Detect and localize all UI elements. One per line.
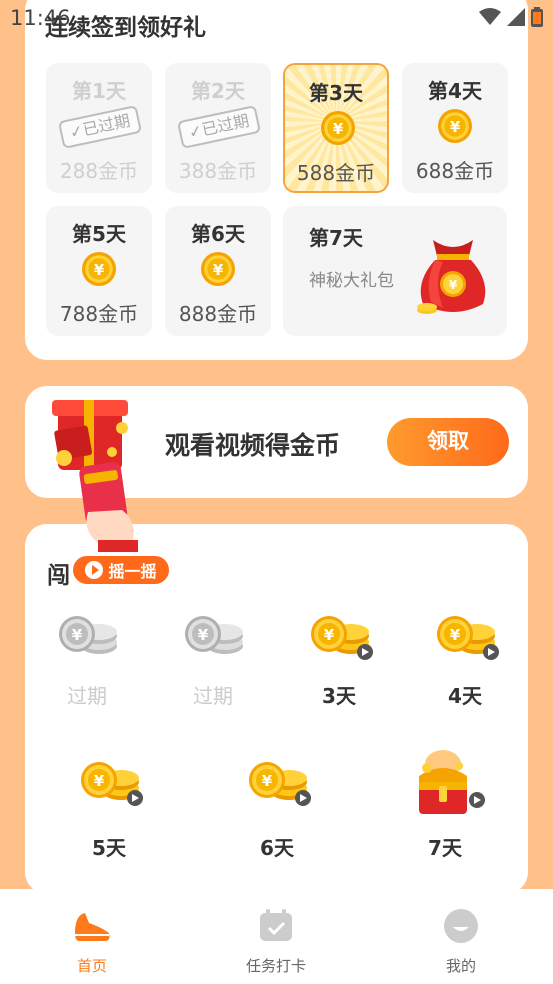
reward-item-4[interactable]: 4天 (415, 614, 515, 724)
day-label: 第2天 (191, 79, 245, 103)
reward-label: 6天 (260, 836, 294, 860)
nav-item-tasks[interactable]: 任务打卡 (216, 907, 336, 976)
nav-item-profile[interactable]: 我的 (401, 907, 521, 976)
expired-stamp: ✓已过期 (176, 104, 262, 150)
red-envelope-illustration (52, 392, 152, 556)
bottom-nav: 首页 任务打卡 我的 (0, 889, 553, 984)
gift-bag-icon: ¥ (413, 232, 493, 320)
day-amount: 788金币 (59, 302, 139, 326)
day-amount: 688金币 (415, 159, 495, 183)
calendar-check-icon (257, 909, 295, 949)
claim-button[interactable]: 领取 (387, 418, 509, 466)
day-label: 第7天 (309, 226, 363, 250)
day-tile-3[interactable]: 第3天 588金币 (283, 63, 389, 193)
day-tile-5[interactable]: 第5天 788金币 (46, 206, 152, 336)
reward-item-6[interactable]: 6天 (227, 760, 327, 870)
sneaker-icon (71, 913, 113, 949)
coin-icon (321, 111, 355, 149)
day-label: 第4天 (428, 79, 482, 103)
reward-item-1[interactable]: 过期 (37, 614, 137, 724)
day-tile-4[interactable]: 第4天 688金币 (402, 63, 508, 193)
video-title: 观看视频得金币 (165, 431, 341, 460)
day-amount: 588金币 (296, 161, 376, 185)
status-icons (479, 7, 543, 31)
reward-item-2[interactable]: 过期 (163, 614, 263, 724)
reward-item-3[interactable]: 3天 (289, 614, 389, 724)
nav-label: 我的 (445, 957, 476, 975)
shake-button-label: 摇一摇 (108, 562, 157, 581)
reward-label: 4天 (448, 684, 482, 708)
mystery-gift-text: 神秘大礼包 (309, 271, 394, 291)
day-tile-6[interactable]: 第6天 888金币 (165, 206, 271, 336)
treasure-chest-icon (407, 746, 487, 826)
checkin-card: 连续签到领好礼 第1天 ✓已过期 288金币 第2天 ✓已过期 388金币 第3… (25, 0, 528, 360)
day-tile-2[interactable]: 第2天 ✓已过期 388金币 (165, 63, 271, 193)
day-label: 第6天 (191, 222, 245, 246)
day-tile-1[interactable]: 第1天 ✓已过期 288金币 (46, 63, 152, 193)
day-amount: 888金币 (178, 302, 258, 326)
shake-button[interactable]: 摇一摇 (71, 554, 171, 586)
reward-label: 过期 (67, 684, 107, 708)
coin-icon (438, 109, 472, 147)
coin-icon (82, 252, 116, 290)
day-amount: 388金币 (178, 159, 258, 183)
signal-icon (507, 8, 525, 30)
reward-label: 过期 (193, 684, 233, 708)
expired-stamp: ✓已过期 (57, 104, 143, 150)
play-icon (85, 561, 104, 579)
status-bar: 11:46 (0, 0, 553, 36)
gray-coin-stack-icon (55, 614, 121, 666)
gold-coin-stack-icon (245, 760, 315, 814)
reward-item-7[interactable]: 7天 (395, 746, 495, 870)
gold-coin-stack-icon (77, 760, 147, 814)
nav-item-home[interactable]: 首页 (32, 907, 152, 976)
nav-label: 首页 (76, 957, 107, 975)
challenge-title: 闯 (47, 563, 70, 589)
day-label: 第1天 (72, 79, 126, 103)
reward-label: 3天 (322, 684, 356, 708)
svg-text:¥: ¥ (449, 278, 458, 292)
wifi-icon (479, 8, 501, 30)
coin-icon (201, 252, 235, 290)
reward-label: 7天 (428, 836, 462, 860)
nav-label: 任务打卡 (245, 957, 306, 975)
day-label: 第5天 (72, 222, 126, 246)
day-amount: 288金币 (59, 159, 139, 183)
gold-coin-stack-icon (433, 614, 503, 668)
day-tile-7[interactable]: 第7天 神秘大礼包 ¥ (283, 206, 507, 336)
profile-icon (442, 909, 480, 949)
reward-label: 5天 (92, 836, 126, 860)
status-time: 11:46 (10, 6, 71, 30)
day-label: 第3天 (309, 81, 363, 105)
gray-coin-stack-icon (181, 614, 247, 666)
gold-coin-stack-icon (307, 614, 377, 668)
battery-icon (531, 7, 543, 31)
reward-item-5[interactable]: 5天 (59, 760, 159, 870)
